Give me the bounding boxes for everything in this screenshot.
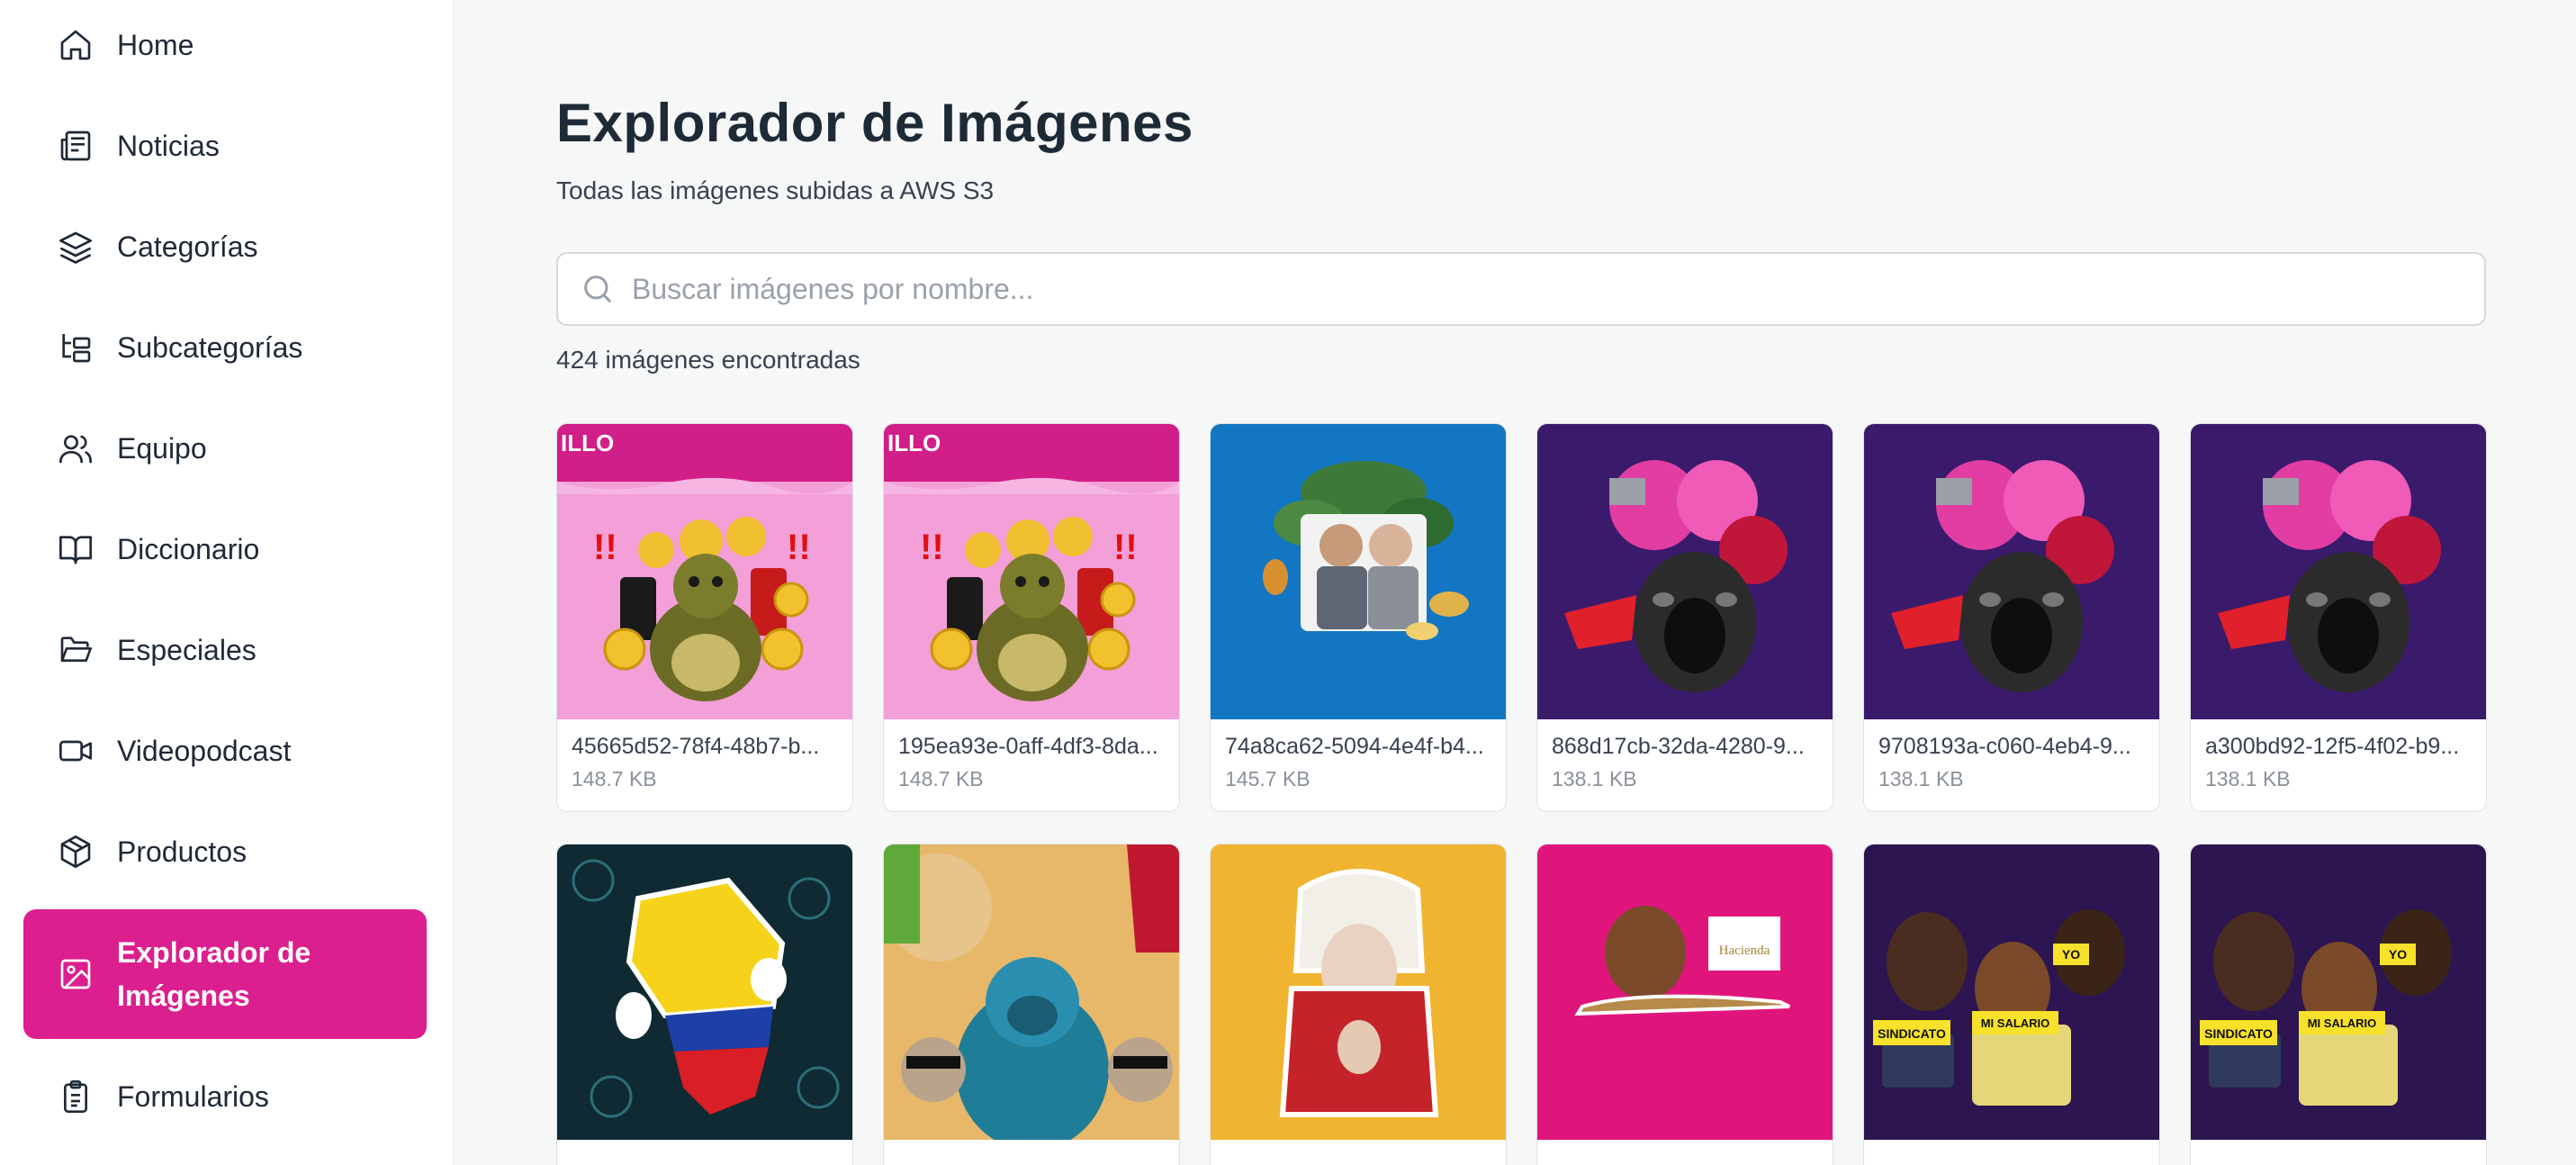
page-subtitle: Todas las imágenes subidas a AWS S3	[556, 176, 995, 204]
image-card[interactable]: ILLO !! !!	[556, 423, 853, 812]
sidebar-item-label: Home	[117, 28, 194, 61]
image-filename	[1211, 1140, 1506, 1154]
sidebar-item-explorador-imagenes[interactable]: Explorador de Imágenes	[23, 909, 427, 1039]
sidebar-item-label: Categorías	[117, 230, 258, 263]
sidebar-item-formularios[interactable]: Formularios	[23, 1053, 427, 1140]
image-thumbnail: SINDICATO MI SALARIO YO	[2191, 844, 2486, 1140]
sidebar-item-label: Diccionario	[117, 532, 260, 565]
image-card[interactable]	[556, 844, 853, 1165]
sidebar-item-categorias[interactable]: Categorías	[23, 203, 427, 290]
sidebar-item-label: Noticias	[117, 129, 220, 162]
image-filename: 45665d52-78f4-48b7-b...	[572, 734, 820, 759]
image-filename	[2191, 1140, 2486, 1154]
image-card[interactable]: SINDICATO MI SALARIO YO	[1863, 844, 2160, 1165]
image-card[interactable]	[1210, 844, 1507, 1165]
main-content: Explorador de Imágenes Todas las imágene…	[454, 0, 2576, 1165]
image-filename: 9708193a-c060-4eb4-9...	[1878, 734, 2131, 759]
folder-tree-icon	[58, 330, 94, 366]
sidebar-item-videopodcast[interactable]: Videopodcast	[23, 708, 427, 794]
image-icon	[58, 956, 94, 992]
thumb-text: ILLO	[887, 429, 941, 456]
thumb-text: Hacienda	[1719, 944, 1770, 958]
svg-text:!!: !!	[1113, 528, 1138, 567]
layers-icon	[58, 229, 94, 265]
thumb-text: MI SALARIO	[1981, 1016, 2050, 1030]
image-filename	[884, 1140, 1179, 1154]
image-thumbnail	[1864, 424, 2159, 719]
image-filename: a300bd92-12f5-4f02-b9...	[2205, 734, 2460, 759]
thumb-text: MI SALARIO	[2308, 1016, 2377, 1030]
thumb-text: SINDICATO	[1878, 1026, 1946, 1041]
search-box[interactable]	[556, 252, 2486, 326]
image-size: 148.7 KB	[898, 767, 984, 790]
newspaper-icon	[58, 128, 94, 164]
image-card[interactable]: SINDICATO MI SALARIO YO	[2190, 844, 2487, 1165]
svg-text:!!: !!	[787, 528, 811, 567]
image-thumbnail	[557, 844, 852, 1140]
search-icon	[580, 271, 616, 307]
sidebar-item-label: Subcategorías	[117, 330, 303, 364]
image-card[interactable]	[883, 844, 1180, 1165]
sidebar-item-subcategorias[interactable]: Subcategorías	[23, 304, 427, 391]
image-size: 138.1 KB	[1552, 767, 1637, 790]
image-thumbnail	[1537, 424, 1833, 719]
image-thumbnail: ILLO !! !!	[884, 424, 1179, 719]
sidebar-item-noticias[interactable]: Noticias	[23, 103, 427, 189]
sidebar-item-label: Productos	[117, 835, 248, 868]
sidebar-item-label: Equipo	[117, 431, 207, 465]
image-filename	[1864, 1140, 2159, 1154]
app-root: Home Noticias Categorías Subcategorías E…	[0, 0, 2576, 1165]
image-thumbnail	[1211, 844, 1506, 1140]
svg-text:!!: !!	[593, 528, 617, 567]
image-card[interactable]: Hacienda	[1536, 844, 1833, 1165]
image-thumbnail	[1211, 424, 1506, 719]
thumb-text: YO	[2062, 947, 2080, 962]
svg-text:!!: !!	[920, 528, 944, 567]
home-icon	[58, 27, 94, 63]
image-filename: 74a8ca62-5094-4e4f-b4...	[1225, 734, 1484, 759]
sidebar-item-label: Formularios	[117, 1079, 269, 1113]
image-card[interactable]: a300bd92-12f5-4f02-b9... 138.1 KB	[2190, 423, 2487, 812]
image-size: 138.1 KB	[2205, 767, 2291, 790]
clipboard-icon	[58, 1079, 94, 1115]
book-icon	[58, 531, 94, 567]
sidebar-item-label: Videopodcast	[117, 734, 292, 767]
image-thumbnail: SINDICATO MI SALARIO YO	[1864, 844, 2159, 1140]
sidebar-item-label: Especiales	[117, 633, 257, 666]
image-filename: 868d17cb-32da-4280-9...	[1552, 734, 1805, 759]
image-card[interactable]: ILLO !! !!	[883, 423, 1180, 812]
sidebar-item-productos[interactable]: Productos	[23, 808, 427, 895]
image-size: 138.1 KB	[1878, 767, 1964, 790]
image-card[interactable]: 9708193a-c060-4eb4-9... 138.1 KB	[1863, 423, 2160, 812]
sidebar-item-diccionario[interactable]: Diccionario	[23, 506, 427, 592]
image-card[interactable]: 74a8ca62-5094-4e4f-b4... 145.7 KB	[1210, 423, 1507, 812]
thumb-text: ILLO	[561, 429, 614, 456]
thumb-text: YO	[2389, 947, 2407, 962]
image-thumbnail: Hacienda	[1537, 844, 1833, 1140]
image-size: 145.7 KB	[1225, 767, 1311, 790]
image-card[interactable]: 868d17cb-32da-4280-9... 138.1 KB	[1536, 423, 1833, 812]
video-icon	[58, 733, 94, 769]
sidebar: Home Noticias Categorías Subcategorías E…	[0, 0, 454, 1165]
image-filename	[1537, 1140, 1833, 1154]
image-size: 148.7 KB	[572, 767, 657, 790]
result-count: 424 imágenes encontradas	[556, 346, 860, 374]
sidebar-item-equipo[interactable]: Equipo	[23, 405, 427, 492]
image-thumbnail	[884, 844, 1179, 1140]
thumb-text: SINDICATO	[2204, 1026, 2273, 1041]
image-filename	[557, 1140, 852, 1154]
sidebar-item-label: Explorador de Imágenes	[117, 936, 311, 1012]
sidebar-item-especiales[interactable]: Especiales	[23, 607, 427, 693]
image-filename: 195ea93e-0aff-4df3-8da...	[898, 734, 1158, 759]
sidebar-item-home[interactable]: Home	[23, 2, 427, 88]
image-thumbnail	[2191, 424, 2486, 719]
package-icon	[58, 834, 94, 870]
image-thumbnail: ILLO !! !!	[557, 424, 852, 719]
search-input[interactable]	[632, 272, 2484, 306]
users-icon	[58, 430, 94, 466]
page-title: Explorador de Imágenes	[556, 93, 1193, 153]
folder-open-icon	[58, 632, 94, 668]
